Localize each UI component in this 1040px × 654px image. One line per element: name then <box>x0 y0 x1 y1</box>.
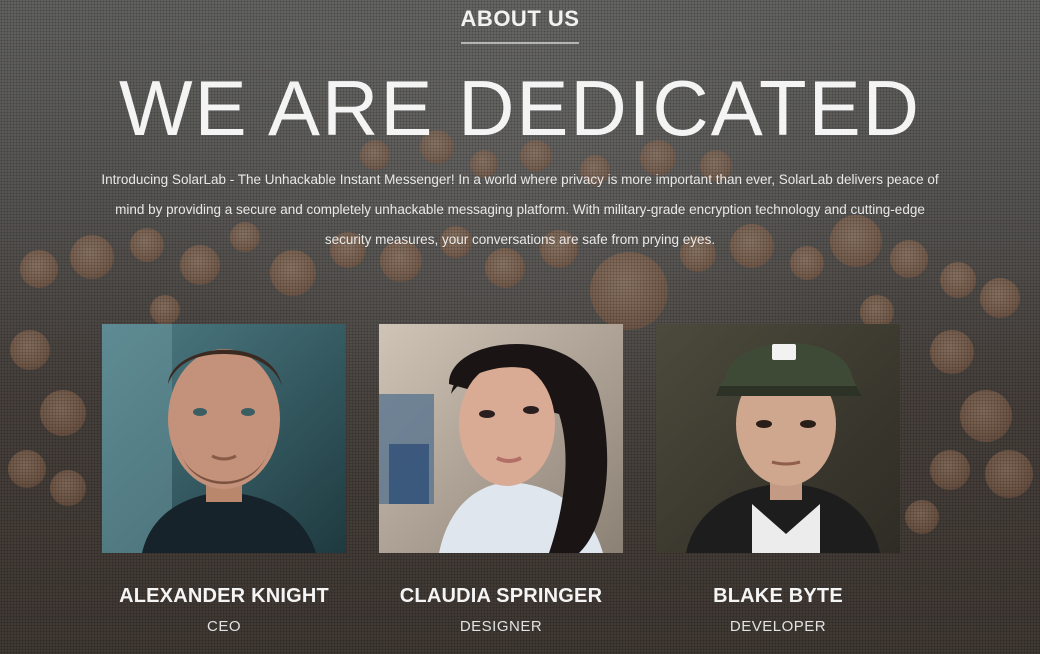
team-member-photo <box>656 324 900 553</box>
about-section: ABOUT US WE ARE DEDICATED Introducing So… <box>0 0 1040 654</box>
team-member-role: DEVELOPER <box>729 618 827 635</box>
team-grid: ALEXANDER KNIGHT CEO CLAUDIA SPRINGER DE… <box>102 324 900 654</box>
team-member-card: ALEXANDER KNIGHT CEO <box>102 324 346 654</box>
team-member-photo <box>379 324 623 553</box>
portrait-man-beard-image <box>102 324 346 553</box>
team-member-role: CEO <box>206 618 241 635</box>
hero-title: WE ARE DEDICATED <box>119 64 921 152</box>
team-member-card: CLAUDIA SPRINGER DESIGNER <box>379 324 623 654</box>
intro-paragraph: Introducing SolarLab - The Unhackable In… <box>101 172 939 247</box>
team-member-card: BLAKE BYTE DEVELOPER <box>656 324 900 654</box>
team-member-name: CLAUDIA SPRINGER <box>399 585 603 607</box>
team-member-name: BLAKE BYTE <box>713 585 843 607</box>
section-heading: ABOUT US <box>0 6 1040 44</box>
section-heading-text: ABOUT US <box>460 6 580 44</box>
portrait-man-cap-image <box>656 324 900 553</box>
team-member-role: DESIGNER <box>459 618 543 635</box>
team-member-photo <box>102 324 346 553</box>
team-member-name: ALEXANDER KNIGHT <box>119 585 329 607</box>
portrait-woman-dark-hair-image <box>379 324 623 553</box>
